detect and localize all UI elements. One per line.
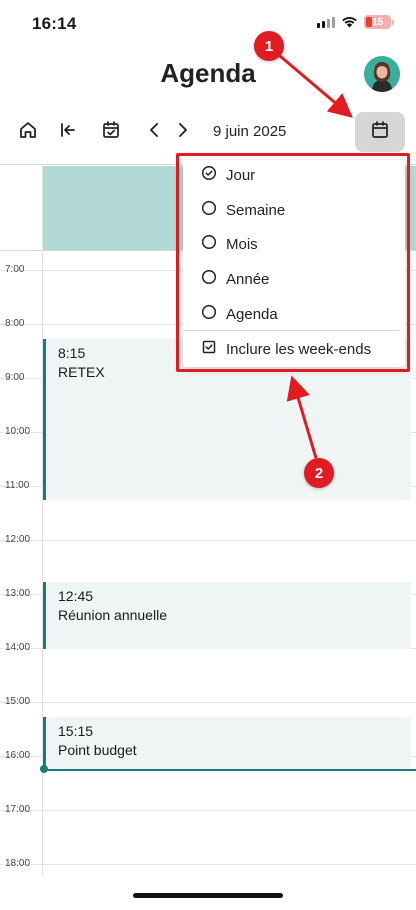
hour-label: 10:00 bbox=[5, 426, 31, 437]
home-indicator[interactable] bbox=[133, 893, 283, 898]
event-card[interactable]: 15:15 Point budget bbox=[43, 717, 411, 771]
status-time: 16:14 bbox=[32, 14, 77, 33]
annotation-highlight-box bbox=[176, 153, 410, 372]
current-date[interactable]: 9 juin 2025 bbox=[213, 123, 286, 140]
wifi-icon bbox=[341, 16, 358, 28]
event-time: 15:15 bbox=[58, 723, 94, 739]
current-time-line bbox=[43, 769, 416, 771]
page-title: Agenda bbox=[160, 58, 256, 88]
event-time: 8:15 bbox=[58, 345, 86, 361]
calendar-icon bbox=[370, 120, 390, 145]
hour-label: 15:00 bbox=[5, 696, 31, 707]
status-bar: 16:14 15 bbox=[0, 0, 416, 50]
hour-label: 8:00 bbox=[5, 318, 25, 329]
home-button[interactable] bbox=[14, 118, 42, 146]
home-icon bbox=[18, 120, 38, 145]
hour-label: 9:00 bbox=[5, 372, 25, 383]
event-title: Point budget bbox=[58, 742, 137, 758]
view-selector-button[interactable] bbox=[355, 112, 405, 152]
annotation-badge-1: 1 bbox=[254, 31, 284, 61]
hour-label: 18:00 bbox=[5, 858, 31, 869]
hour-label: 12:00 bbox=[5, 534, 31, 545]
today-button[interactable] bbox=[97, 118, 125, 146]
hour-gridline bbox=[0, 702, 416, 703]
event-title: Réunion annuelle bbox=[58, 607, 167, 623]
event-title: RETEX bbox=[58, 364, 105, 380]
avatar[interactable] bbox=[364, 56, 400, 92]
hour-label: 11:00 bbox=[5, 480, 30, 491]
annotation-badge-2: 2 bbox=[304, 458, 334, 488]
battery-icon: 15 bbox=[364, 15, 391, 29]
battery-level: 15 bbox=[371, 16, 384, 28]
battery-tip bbox=[392, 19, 394, 25]
current-time-dot bbox=[40, 765, 48, 773]
hour-label: 13:00 bbox=[5, 588, 31, 599]
event-card[interactable]: 12:45 Réunion annuelle bbox=[43, 582, 411, 649]
first-page-icon bbox=[58, 120, 78, 145]
first-page-button[interactable] bbox=[54, 118, 82, 146]
hour-label: 16:00 bbox=[5, 750, 31, 761]
signal-icon bbox=[317, 16, 335, 28]
hour-label: 17:00 bbox=[5, 804, 31, 815]
hour-label: 14:00 bbox=[5, 642, 31, 653]
toolbar: 9 juin 2025 bbox=[0, 110, 416, 156]
chevron-left-icon bbox=[147, 120, 163, 145]
hour-gridline bbox=[0, 540, 416, 541]
hour-gridline bbox=[0, 810, 416, 811]
event-time: 12:45 bbox=[58, 588, 94, 604]
hour-label: 7:00 bbox=[5, 264, 25, 275]
chevron-right-icon bbox=[174, 120, 190, 145]
hour-gridline bbox=[0, 864, 416, 865]
next-button[interactable] bbox=[168, 118, 196, 146]
status-icons: 15 bbox=[317, 15, 394, 29]
previous-button[interactable] bbox=[141, 118, 169, 146]
calendar-check-icon bbox=[101, 120, 121, 145]
